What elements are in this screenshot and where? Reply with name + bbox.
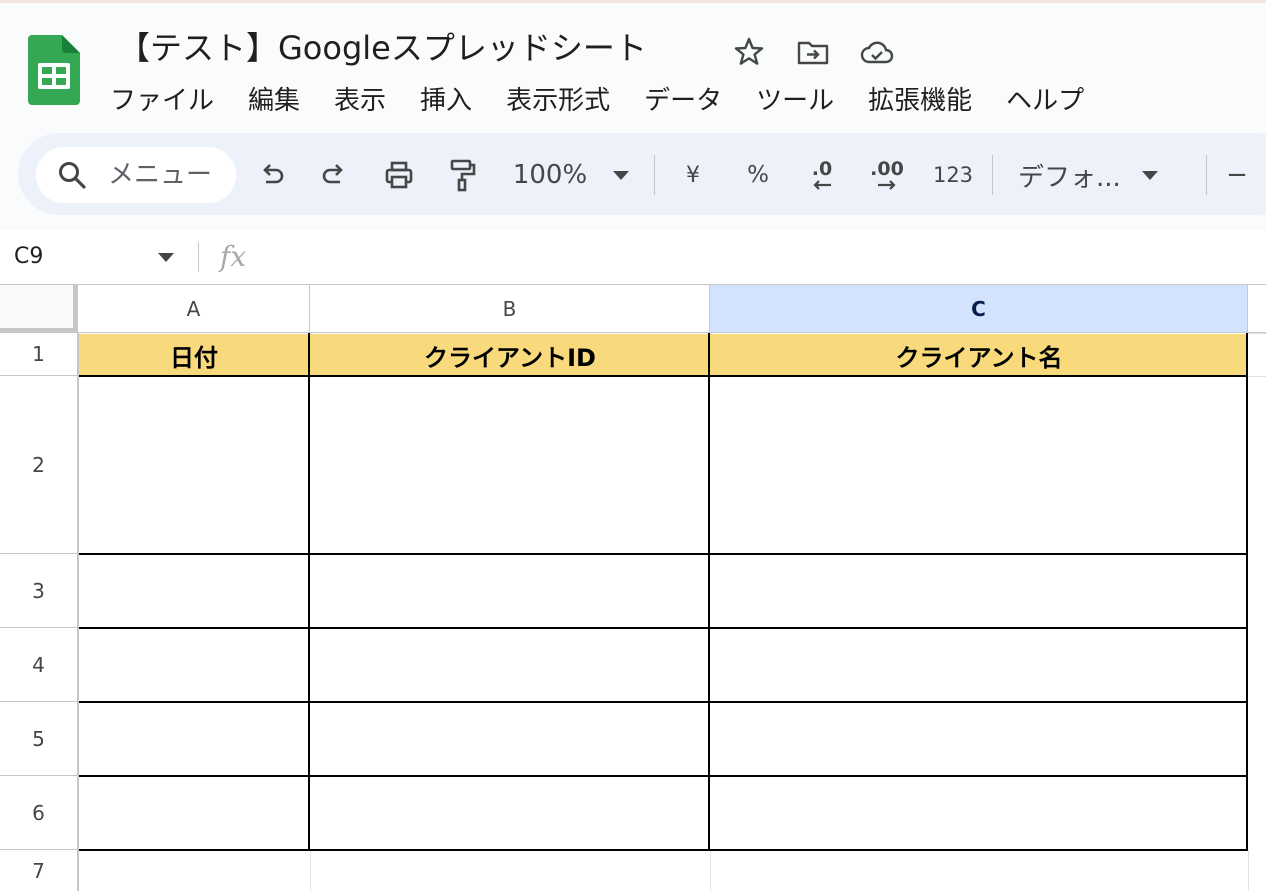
chevron-down-icon[interactable] bbox=[158, 253, 174, 262]
menu-data[interactable]: データ bbox=[644, 81, 722, 121]
row-header[interactable]: 6 bbox=[0, 776, 78, 850]
menu-file[interactable]: ファイル bbox=[110, 81, 214, 121]
toolbar-divider bbox=[654, 155, 655, 195]
row-header[interactable]: 4 bbox=[0, 628, 78, 702]
arrow-left-icon bbox=[813, 180, 831, 190]
cell-c1[interactable]: クライアント名 bbox=[710, 334, 1248, 376]
formula-divider bbox=[198, 242, 199, 272]
toolbar-divider bbox=[1206, 155, 1207, 195]
table-border bbox=[78, 553, 1248, 555]
sheets-logo-icon[interactable] bbox=[28, 35, 80, 105]
table-border bbox=[78, 775, 1248, 777]
fx-icon: fx bbox=[220, 240, 247, 273]
print-icon bbox=[385, 161, 413, 189]
menu-view[interactable]: 表示 bbox=[334, 81, 386, 121]
table-border bbox=[78, 627, 1248, 629]
search-icon bbox=[59, 162, 86, 189]
paint-format-button[interactable] bbox=[442, 155, 482, 195]
formula-input[interactable] bbox=[270, 230, 1250, 284]
move-folder-icon[interactable] bbox=[796, 35, 830, 69]
cell-a1[interactable]: 日付 bbox=[78, 334, 310, 376]
chevron-down-icon bbox=[613, 170, 630, 180]
menu-format[interactable]: 表示形式 bbox=[506, 81, 610, 121]
toolbar-divider bbox=[992, 155, 993, 195]
currency-button[interactable]: ¥ bbox=[676, 155, 710, 195]
gridline bbox=[710, 850, 711, 891]
table-border bbox=[308, 333, 310, 851]
menu-bar: ファイル 編集 表示 挿入 表示形式 データ ツール 拡張機能 ヘルプ bbox=[110, 81, 1118, 121]
gridline bbox=[1248, 376, 1266, 377]
font-select[interactable]: デフォ... bbox=[1018, 155, 1182, 195]
menu-search-box[interactable]: メニュー bbox=[36, 147, 236, 203]
formula-bar: C9 fx bbox=[0, 230, 1266, 284]
row-header[interactable]: 2 bbox=[0, 376, 78, 554]
decrease-font-size-button[interactable]: − bbox=[1222, 155, 1252, 195]
row-header[interactable]: 5 bbox=[0, 702, 78, 776]
row-header[interactable]: 1 bbox=[0, 333, 78, 376]
row-header[interactable]: 7 bbox=[0, 850, 78, 891]
name-box[interactable]: C9 bbox=[14, 230, 43, 284]
decrease-decimal-button[interactable]: .0 bbox=[802, 155, 842, 195]
spreadsheet-grid: A B C 1 2 3 4 5 6 7 日付 クライアントID クライアント名 bbox=[0, 284, 1266, 891]
menu-edit[interactable]: 編集 bbox=[248, 81, 300, 121]
paint-roller-icon bbox=[450, 159, 476, 192]
print-button[interactable] bbox=[378, 155, 420, 195]
menu-tools[interactable]: ツール bbox=[756, 81, 834, 121]
column-header-c[interactable]: C bbox=[710, 285, 1248, 333]
redo-button[interactable] bbox=[314, 155, 354, 195]
arrow-right-icon bbox=[878, 180, 896, 190]
number-format-button[interactable]: 123 bbox=[928, 155, 978, 195]
row-header[interactable]: 3 bbox=[0, 554, 78, 628]
gridline bbox=[78, 333, 79, 891]
column-header-a[interactable]: A bbox=[78, 285, 310, 333]
cloud-saved-icon[interactable] bbox=[860, 35, 894, 69]
cell-b1[interactable]: クライアントID bbox=[310, 334, 710, 376]
table-border bbox=[78, 375, 1248, 377]
gridline bbox=[310, 850, 311, 891]
menu-extensions[interactable]: 拡張機能 bbox=[868, 81, 972, 121]
column-header-d[interactable] bbox=[1248, 285, 1266, 333]
gridline bbox=[1248, 850, 1249, 891]
increase-decimal-button[interactable]: .00 bbox=[864, 155, 910, 195]
app-header: 【テスト】Googleスプレッドシート ファイル 編集 表示 挿入 表示形式 デ… bbox=[0, 3, 1266, 230]
undo-button[interactable] bbox=[252, 155, 292, 195]
percent-button[interactable]: % bbox=[740, 155, 776, 195]
table-border bbox=[708, 333, 710, 851]
undo-icon bbox=[263, 164, 284, 184]
zoom-select[interactable]: 100% bbox=[506, 155, 636, 195]
document-title[interactable]: 【テスト】Googleスプレッドシート bbox=[118, 25, 647, 71]
table-border bbox=[78, 849, 1248, 851]
menu-insert[interactable]: 挿入 bbox=[420, 81, 472, 121]
star-icon[interactable] bbox=[732, 35, 766, 69]
select-all-corner[interactable] bbox=[0, 285, 78, 333]
search-placeholder: メニュー bbox=[108, 160, 213, 190]
zoom-value: 100% bbox=[512, 160, 588, 190]
redo-icon bbox=[322, 164, 343, 184]
column-header-b[interactable]: B bbox=[310, 285, 710, 333]
table-border bbox=[78, 701, 1248, 703]
chevron-down-icon bbox=[1142, 170, 1158, 180]
gridline bbox=[1248, 333, 1266, 334]
menu-help[interactable]: ヘルプ bbox=[1006, 81, 1084, 121]
table-border bbox=[1246, 333, 1248, 851]
font-name: デフォ... bbox=[1018, 162, 1121, 193]
toolbar: メニュー 100% ¥ % .0 .00 123 デフォ... − bbox=[18, 133, 1266, 215]
